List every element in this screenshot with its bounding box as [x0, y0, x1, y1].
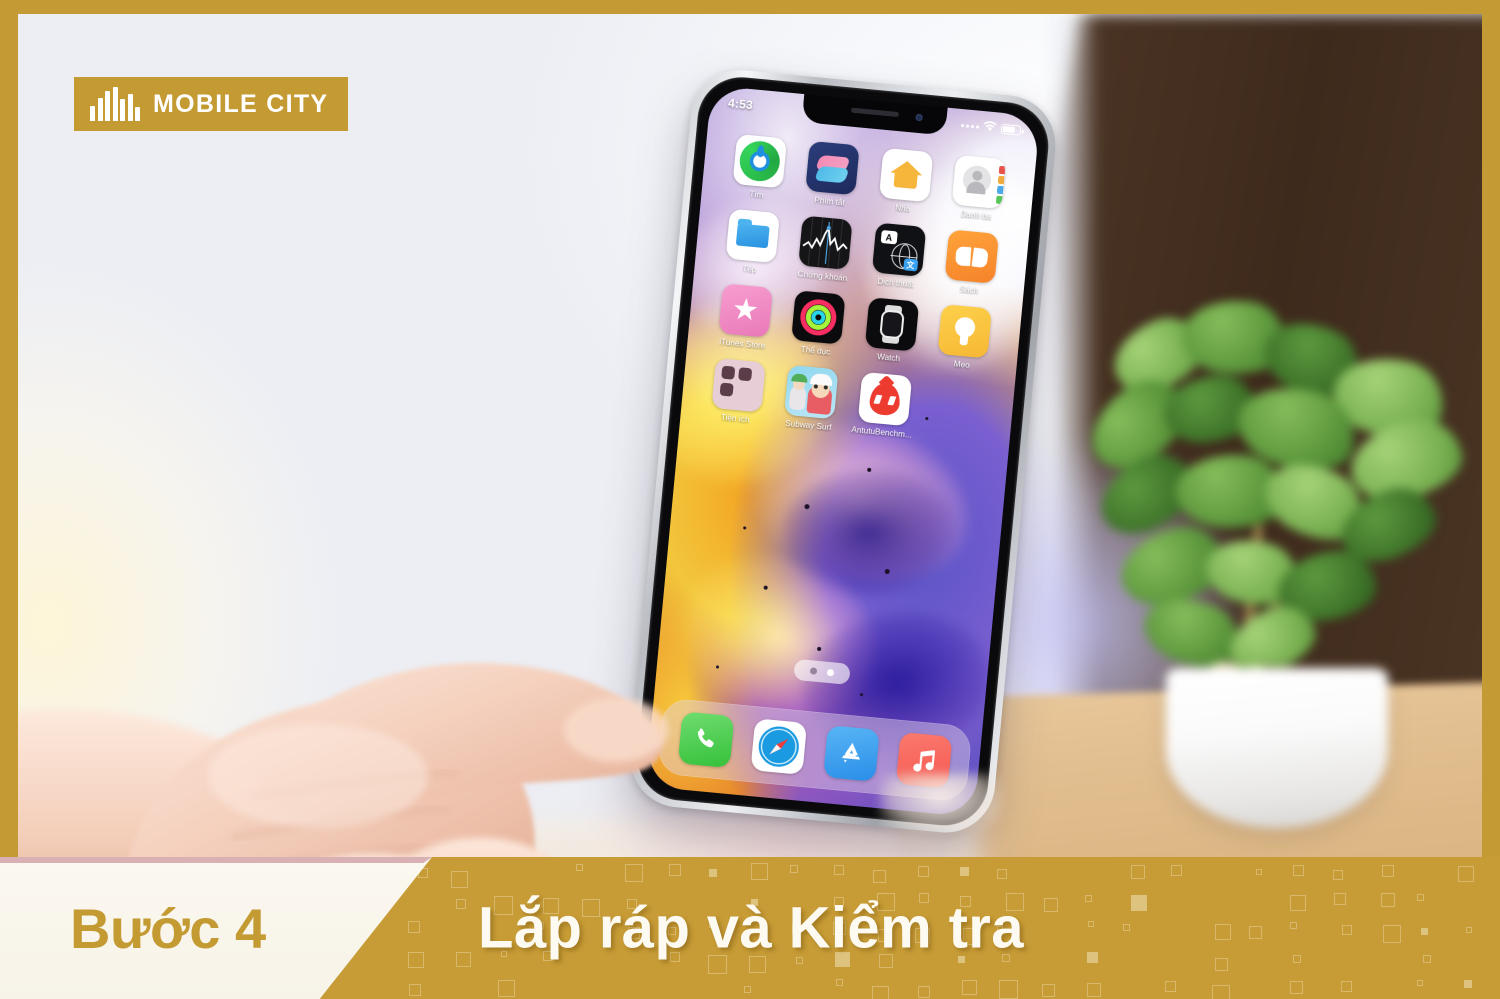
app-icon-stocks[interactable]: Chứng khoán: [785, 214, 864, 284]
app-icon-tips[interactable]: Mẹo: [925, 303, 1004, 373]
step-label: Bước 4: [70, 896, 266, 960]
app-icon-home[interactable]: Nhà: [866, 147, 945, 217]
ceramic-pot: [1166, 668, 1388, 828]
app-label: Mẹo: [953, 359, 971, 370]
signal-dots-icon: [960, 123, 980, 129]
potted-plant: [1074, 293, 1482, 834]
app-label: Sách: [959, 284, 979, 296]
app-icon-contacts[interactable]: Danh bạ: [939, 154, 1018, 224]
app-label: Watch: [876, 352, 901, 364]
app-icon-fitness[interactable]: Thể dục: [778, 289, 857, 359]
tips-icon: [937, 304, 993, 359]
app-icon-watch[interactable]: Watch: [852, 296, 931, 366]
app-label: Dịch thuật: [876, 276, 915, 290]
app-label: Tìm: [748, 189, 764, 200]
app-label: Danh bạ: [960, 209, 992, 222]
files-icon: [725, 208, 780, 264]
home-icon: [878, 147, 934, 203]
translate-icon: A文: [871, 222, 927, 277]
contacts-icon: [951, 154, 1007, 210]
app-icon-subway-surfers[interactable]: Subway Surf: [771, 364, 850, 434]
app-store-icon[interactable]: [822, 725, 880, 782]
app-icon-files[interactable]: Tệp: [712, 208, 791, 278]
app-icon-itunes-store[interactable]: ★ iTunes Store: [705, 282, 784, 352]
shortcuts-icon: [805, 140, 860, 196]
banner-title: Lắp ráp và Kiểm tra: [478, 895, 1024, 961]
status-time: 4:53: [727, 96, 754, 113]
app-label: iTunes Store: [718, 337, 766, 351]
gold-frame: 4:53 Tìm Phím tắt Nhà Danh bạ Tệp Chứng …: [0, 0, 1500, 999]
logo-text: MOBILE CITY: [153, 89, 329, 118]
app-icon-shortcuts[interactable]: Phím tắt: [793, 140, 872, 210]
itunes-store-icon: ★: [718, 283, 773, 338]
app-label: Phím tắt: [813, 195, 846, 208]
fitness-icon: [791, 290, 846, 345]
page-dot-active: [826, 668, 835, 677]
app-icon-antutu[interactable]: AntutuBenchm...: [845, 371, 924, 441]
battery-icon: [1000, 123, 1022, 136]
subway-surfers-icon: [784, 364, 839, 420]
banner-top-accent: [0, 857, 432, 863]
product-photo-scene: 4:53 Tìm Phím tắt Nhà Danh bạ Tệp Chứng …: [18, 14, 1482, 999]
app-label: Nhà: [894, 203, 911, 214]
app-label: Tệp: [741, 264, 757, 275]
app-icon-find[interactable]: Tìm: [719, 133, 798, 203]
books-icon: [944, 229, 1000, 284]
watch-icon: [864, 297, 920, 352]
app-icon-translate[interactable]: A文 Dịch thuật: [859, 221, 938, 291]
mobile-city-logo[interactable]: MOBILE CITY: [74, 77, 349, 131]
wifi-icon: [982, 120, 997, 135]
stocks-icon: [798, 215, 853, 271]
building-bars-icon: [90, 87, 140, 121]
step-banner: Bước 4 Lắp ráp và Kiểm tra: [0, 857, 1500, 999]
find-my-icon: [732, 133, 787, 189]
app-icon-books[interactable]: Sách: [932, 228, 1011, 298]
app-label: Thể dục: [800, 344, 831, 357]
antutu-benchmark-icon: [857, 371, 912, 427]
hand-holding-phone: [18, 662, 668, 946]
app-label: Chứng khoán: [797, 269, 848, 283]
finger-under-phone: [880, 774, 1000, 834]
page-dot: [809, 667, 818, 675]
